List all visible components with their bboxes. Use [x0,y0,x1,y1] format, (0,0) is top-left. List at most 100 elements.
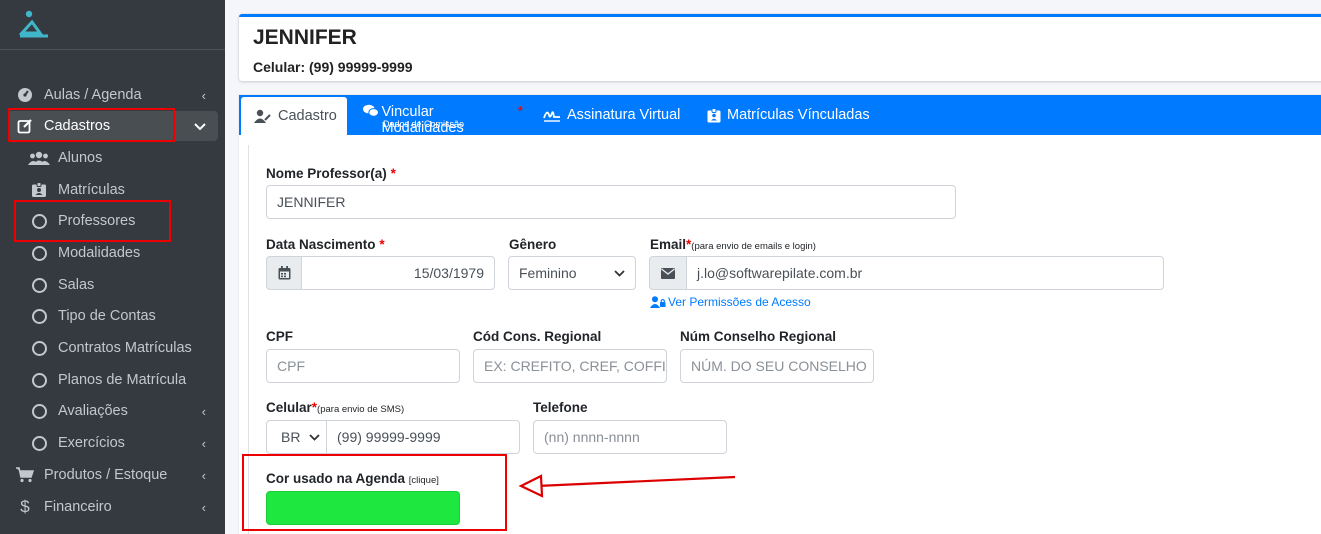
sidebar-item-label: Cadastros [44,118,111,134]
signature-icon [543,111,560,122]
cpf-input[interactable]: CPF [266,349,460,383]
sidebar-item-cadastros[interactable]: Cadastros [8,111,218,141]
sidebar-item-label: Produtos / Estoque [44,467,168,483]
cart-icon [14,467,36,483]
country-select-value: BR [281,429,301,445]
sidebar-item-aulas-agenda[interactable]: Aulas / Agenda ‹ [8,80,218,110]
sidebar-item-label: Modalidades [58,245,141,261]
professor-header-card: JENNIFER Celular: (99) 99999-9999 [239,14,1321,81]
chevron-down-icon [194,119,206,134]
envelope-icon [649,256,687,290]
sidebar-item-matriculas[interactable]: Matrículas [8,175,218,205]
user-lock-icon [650,296,666,308]
data-nascimento-input[interactable]: 15/03/1979 [301,256,495,290]
cor-agenda-note: [clique] [408,475,439,486]
sidebar-item-professores[interactable]: Professores [8,206,218,236]
sidebar-item-produtos-estoque[interactable]: Produtos / Estoque ‹ [8,460,218,490]
edit-icon [14,118,36,134]
celular-input[interactable]: (99) 99999-9999 [326,420,520,454]
tab-label: Matrículas Vínculadas [727,107,870,123]
chevron-left-icon: ‹ [201,467,206,483]
telefone-input[interactable]: (nn) nnnn-nnnn [533,420,727,454]
cor-agenda-label: Cor usado na Agenda [clique] [266,471,439,486]
ver-permissoes-label: Ver Permissões de Acesso [668,295,811,309]
ver-permissoes-link[interactable]: Ver Permissões de Acesso [650,295,811,309]
sidebar-item-label: Contratos Matrículas [58,340,192,356]
sidebar-item-avaliacoes[interactable]: Avaliações ‹ [8,396,218,426]
comments-icon [363,104,379,117]
celular-label-text: Celular [266,400,312,415]
circle-icon [28,245,50,261]
chevron-left-icon: ‹ [201,499,206,515]
annotation-arrow-icon [518,474,736,498]
tab-matriculas-vinculadas[interactable]: Matrículas Vínculadas [707,95,877,135]
data-nascimento-label-text: Data Nascimento [266,237,376,252]
professor-name-title: JENNIFER [253,26,357,49]
user-edit-icon [254,109,271,123]
circle-icon [28,403,50,419]
cor-agenda-color-picker[interactable] [266,491,460,525]
tab-label: Cadastro [278,108,337,124]
chevron-down-icon [309,433,320,441]
data-nascimento-label: Data Nascimento * [266,237,385,252]
cor-agenda-label-text: Cor usado na Agenda [266,471,406,486]
cod-cons-regional-input[interactable]: EX: CREFITO, CREF, COFFITO [473,349,667,383]
id-badge-icon [28,182,50,198]
calendar-icon [266,256,302,290]
genero-select-value: Feminino [519,265,577,281]
sidebar-item-label: Avaliações [58,403,128,419]
sidebar-item-salas[interactable]: Salas [8,270,218,300]
circle-icon [28,340,50,356]
dollar-icon: $ [20,497,30,516]
email-note: (para envio de emails e login) [691,241,816,252]
telefone-label: Telefone [533,400,588,415]
num-conselho-regional-label: Núm Conselho Regional [680,329,837,344]
chevron-down-icon [614,269,625,277]
sidebar-item-tipo-de-contas[interactable]: Tipo de Contas [8,301,218,331]
tab-vincular-modalidades[interactable]: Vincular Modalidades * Dados de Comissão [363,95,523,136]
sidebar-item-financeiro[interactable]: $ Financeiro ‹ [8,492,218,522]
sidebar-item-contratos-matriculas[interactable]: Contratos Matrículas [8,333,218,363]
circle-icon [28,308,50,324]
chevron-left-icon: ‹ [201,435,206,451]
sidebar-item-planos-de-matricula[interactable]: Planos de Matrícula [8,365,218,395]
circle-icon [28,435,50,451]
tab-sublabel: Dados de Comissão [383,119,465,129]
email-input[interactable]: j.lo@softwarepilate.com.br [686,256,1164,290]
chevron-left-icon: ‹ [201,403,206,419]
sidebar-item-label: Tipo de Contas [58,308,156,324]
tab-assinatura-virtual[interactable]: Assinatura Virtual [543,95,693,135]
users-icon [28,150,50,166]
country-select[interactable]: BR [266,420,327,454]
cpf-label: CPF [266,329,293,344]
num-conselho-regional-input[interactable]: NÚM. DO SEU CONSELHO [680,349,874,383]
sidebar-item-label: Matrículas [58,182,125,198]
circle-icon [28,277,50,293]
nome-input[interactable]: JENNIFER [266,185,956,219]
tab-bar: Cadastro Vincular Modalidades * Dados de… [239,95,1321,136]
email-label-text: Email [650,237,687,252]
nome-label: Nome Professor(a) * [266,166,396,181]
chevron-left-icon: ‹ [201,87,206,103]
sidebar-item-label: Professores [58,213,136,229]
professor-phone: Celular: (99) 99999-9999 [253,59,413,75]
sidebar-item-label: Planos de Matrícula [58,372,187,388]
brand-logo[interactable] [0,0,225,50]
genero-select[interactable]: Feminino [508,256,636,290]
sidebar-item-label: Exercícios [58,435,125,451]
required-asterisk: * [517,104,523,120]
email-label: Email*(para envio de emails e login) [650,237,816,252]
tab-cadastro[interactable]: Cadastro [241,97,347,135]
required-asterisk: * [390,166,396,181]
circle-icon [28,213,50,229]
id-badge-icon [707,107,721,122]
nome-label-text: Nome Professor(a) [266,166,387,181]
celular-note: (para envio de SMS) [317,404,405,415]
sidebar-item-alunos[interactable]: Alunos [8,143,218,173]
pilates-logo-icon [18,10,48,38]
sidebar-item-label: Salas [58,277,95,293]
dashboard-icon [14,87,36,103]
sidebar-item-exercicios[interactable]: Exercícios ‹ [8,428,218,458]
circle-icon [28,372,50,388]
sidebar-item-modalidades[interactable]: Modalidades [8,238,218,268]
